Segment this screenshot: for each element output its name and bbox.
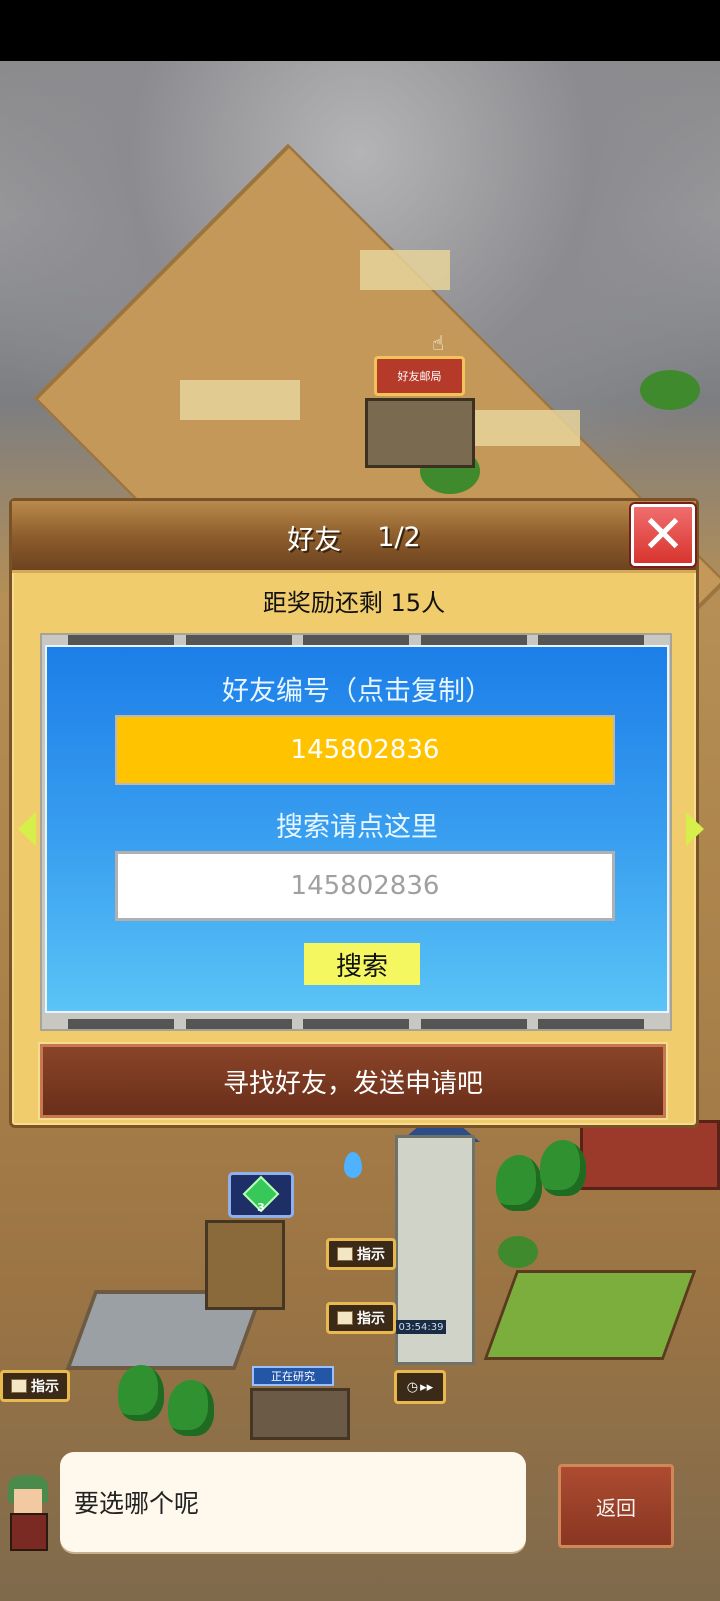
bush (498, 1236, 538, 1268)
friend-dialog: 好友 1/2 ✕ 距奖励还剩 15人 好友编号（点击复制） 145802836 … (9, 498, 699, 1128)
crop-field[interactable] (483, 1270, 697, 1360)
speech-bubble: 要选哪个呢 (60, 1452, 526, 1552)
tree (118, 1365, 164, 1421)
fast-forward-icon: ▸▸ (420, 1379, 434, 1395)
clock-icon: ◷ (406, 1379, 419, 1395)
return-button[interactable]: 返回 (558, 1464, 674, 1548)
pointer-hand-icon: ☝ (432, 331, 445, 355)
hint-label: 指示 (31, 1379, 59, 1395)
hint-button[interactable]: 指示 (326, 1238, 396, 1270)
bush (640, 370, 700, 410)
water-drop-icon (344, 1152, 362, 1178)
card-bottom-tabs (42, 1019, 670, 1029)
tree (168, 1380, 214, 1436)
friend-card: 好友编号（点击复制） 145802836 搜索请点这里 搜索 (40, 633, 672, 1031)
dialog-title-text: 好友 (287, 524, 342, 556)
card-top-tabs (42, 635, 670, 645)
gem-count: 3 (257, 1201, 265, 1214)
dialog-title: 好友 1/2 (12, 501, 696, 573)
friend-id-panel: 好友编号（点击复制） 145802836 搜索请点这里 搜索 (45, 645, 669, 1013)
dialog-page-indicator: 1/2 (377, 521, 421, 553)
sand-patch (360, 250, 450, 290)
close-icon: ✕ (641, 505, 685, 565)
fast-forward-button[interactable]: ◷ ▸▸ (394, 1370, 446, 1404)
advisor-avatar (2, 1475, 56, 1553)
tree (496, 1155, 542, 1211)
find-friends-banner[interactable]: 寻找好友，发送申请吧 (40, 1044, 666, 1118)
building-red-roof[interactable] (580, 1120, 720, 1190)
reward-remaining-text: 距奖励还剩 15人 (262, 589, 446, 617)
search-button[interactable]: 搜索 (304, 943, 420, 985)
book-icon (11, 1379, 27, 1393)
sand-patch (470, 410, 580, 446)
book-icon (337, 1247, 353, 1261)
friend-id-copy-box[interactable]: 145802836 (115, 715, 615, 785)
search-label: 搜索请点这里 (276, 812, 438, 843)
hint-label: 指示 (357, 1247, 385, 1263)
prev-page-arrow-icon[interactable] (18, 812, 36, 846)
next-page-arrow-icon[interactable] (686, 812, 704, 846)
book-icon (337, 1311, 353, 1325)
post-office-building[interactable] (365, 398, 475, 468)
research-building[interactable] (250, 1388, 350, 1440)
gem-badge[interactable]: 3 (228, 1172, 294, 1218)
speech-text: 要选哪个呢 (74, 1489, 200, 1518)
status-bar (0, 0, 720, 61)
close-button[interactable]: ✕ (631, 504, 695, 566)
hint-button[interactable]: 指示 (0, 1370, 70, 1402)
sand-patch (180, 380, 300, 420)
research-status-label: 正在研究 (252, 1366, 334, 1386)
friend-id-label: 好友编号（点击复制） (222, 676, 492, 707)
friend-search-input[interactable] (115, 851, 615, 921)
post-office-sign[interactable]: 好友邮局 (374, 356, 465, 396)
tree (540, 1140, 586, 1196)
mine-tower[interactable] (205, 1220, 285, 1310)
hint-button[interactable]: 指示 (326, 1302, 396, 1334)
hint-label: 指示 (357, 1311, 385, 1327)
timer-label: 03:54:39 (396, 1320, 446, 1334)
